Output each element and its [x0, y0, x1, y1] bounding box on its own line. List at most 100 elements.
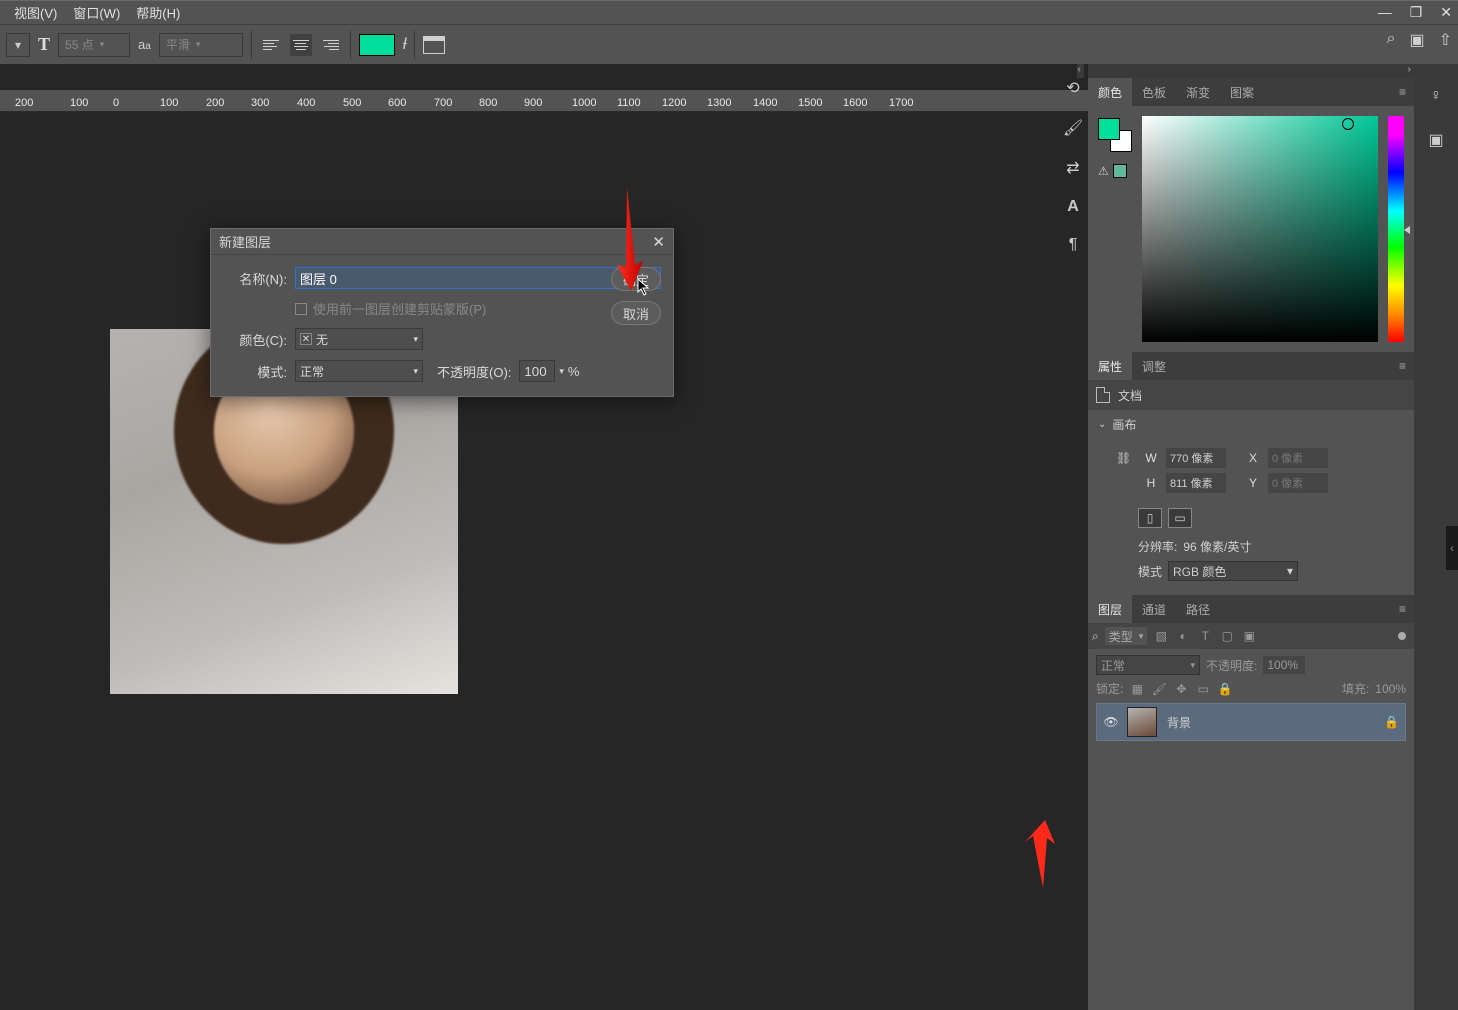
filter-shape-icon[interactable]: ▢	[1219, 629, 1235, 643]
options-right-icons: ⌕ ▣ ⇧	[1387, 30, 1453, 50]
lock-transparent-icon[interactable]: ▦	[1129, 682, 1145, 696]
orientation-portrait-button[interactable]: ▯	[1138, 508, 1162, 528]
filter-type-icon[interactable]: T	[1197, 629, 1213, 643]
ruler-tick: 200	[15, 97, 33, 109]
sv-picker[interactable]	[1142, 116, 1378, 342]
x-label: X	[1246, 451, 1260, 465]
character-icon[interactable]: A	[1067, 198, 1079, 216]
character-panel-icon[interactable]	[423, 36, 445, 54]
ok-button[interactable]: 确定	[611, 267, 661, 291]
color-mode-label: 模式	[1138, 563, 1162, 580]
adjust-icon[interactable]: ⇄	[1066, 158, 1079, 178]
layer-opacity-value[interactable]: 100%	[1263, 656, 1305, 674]
tab-color[interactable]: 颜色	[1088, 78, 1132, 107]
tab-gradient[interactable]: 渐变	[1176, 78, 1220, 107]
link-icon[interactable]: ⛓	[1116, 451, 1130, 465]
dock-collapse-left[interactable]: ‹‹	[1077, 64, 1084, 78]
collapse-tab[interactable]: ‹	[1446, 526, 1458, 570]
paragraph-icon[interactable]: ¶	[1069, 236, 1078, 254]
right-dock: ›› 颜色 色板 渐变 图案 ≡ ⚠ 属性 调整 ≡ 文档	[1088, 64, 1414, 1010]
layer-name[interactable]: 背景	[1167, 714, 1191, 731]
panel-menu-icon[interactable]: ≡	[1391, 602, 1414, 616]
opacity-input[interactable]	[519, 360, 555, 382]
layer-name-input[interactable]	[295, 267, 661, 289]
text-orientation-icon[interactable]: T	[38, 34, 50, 55]
menu-help[interactable]: 帮助(H)	[128, 0, 188, 25]
learn-icon[interactable]: ♀	[1424, 84, 1448, 108]
search-icon[interactable]: ⌕	[1387, 30, 1396, 50]
antialias-combo[interactable]: 平滑▾	[159, 33, 243, 57]
tab-properties[interactable]: 属性	[1088, 352, 1132, 381]
close-icon[interactable]: ✕	[652, 233, 665, 251]
document-label: 文档	[1118, 387, 1142, 404]
fg-color-swatch[interactable]	[1098, 118, 1120, 140]
layer-blend-select[interactable]: 正常▾	[1096, 655, 1200, 675]
screen-mode-icon[interactable]: ▣	[1409, 30, 1424, 50]
filter-adjust-icon[interactable]: ◐	[1175, 629, 1191, 643]
hue-slider[interactable]	[1388, 116, 1404, 342]
filter-search-icon[interactable]: ⌕	[1092, 629, 1099, 644]
layer-thumbnail[interactable]	[1127, 707, 1157, 737]
filter-toggle[interactable]	[1398, 632, 1406, 640]
tool-preset-dropdown[interactable]: ▾	[6, 33, 30, 57]
panel-menu-icon[interactable]: ≡	[1391, 359, 1414, 373]
filter-kind-select[interactable]: 类型▾	[1105, 627, 1148, 645]
tab-pattern[interactable]: 图案	[1220, 78, 1264, 107]
dock-collapse-right[interactable]: ››	[1088, 64, 1414, 78]
fg-bg-color[interactable]	[1098, 118, 1132, 152]
menu-view[interactable]: 视图(V)	[6, 0, 65, 25]
lock-icon[interactable]: 🔒	[1384, 715, 1399, 729]
color-mode-select[interactable]: RGB 颜色▾	[1168, 561, 1298, 581]
share-icon[interactable]: ⇧	[1439, 30, 1452, 50]
gamut-warning-icon[interactable]: ⚠	[1098, 164, 1109, 178]
align-right-button[interactable]	[320, 34, 342, 56]
ruler-tick: 100	[160, 97, 178, 109]
y-value[interactable]: 0 像素	[1268, 473, 1328, 493]
tab-adjustments[interactable]: 调整	[1132, 352, 1176, 381]
filter-smart-icon[interactable]: ▣	[1241, 629, 1257, 643]
visibility-icon[interactable]: 👁	[1103, 715, 1119, 729]
lock-paint-icon[interactable]: 🖌	[1151, 682, 1167, 696]
panel-menu-icon[interactable]: ≡	[1391, 85, 1414, 99]
close-window-icon[interactable]: ✕	[1440, 4, 1452, 21]
text-color-swatch[interactable]	[359, 34, 395, 56]
filter-pixel-icon[interactable]: ▧	[1153, 629, 1169, 643]
canvas-section-header[interactable]: ⌄ 画布	[1098, 416, 1404, 433]
maximize-icon[interactable]: ❐	[1410, 4, 1423, 21]
lock-artboard-icon[interactable]: ▭	[1195, 682, 1211, 696]
clip-mask-checkbox	[295, 303, 307, 315]
ruler-tick: 400	[297, 97, 315, 109]
mode-label: 模式:	[223, 362, 287, 381]
tab-layers[interactable]: 图层	[1088, 595, 1132, 624]
tab-paths[interactable]: 路径	[1176, 595, 1220, 624]
gamut-suggest-swatch[interactable]	[1113, 164, 1127, 178]
cancel-button[interactable]: 取消	[611, 301, 661, 325]
layer-row-background[interactable]: 👁 背景 🔒	[1096, 703, 1406, 741]
brush-icon[interactable]: 🖌	[1063, 118, 1083, 138]
minimize-icon[interactable]: —	[1378, 4, 1392, 21]
lock-position-icon[interactable]: ✥	[1173, 682, 1189, 696]
color-select[interactable]: ✕ 无▾	[295, 328, 423, 350]
tab-swatches[interactable]: 色板	[1132, 78, 1176, 107]
tab-channels[interactable]: 通道	[1132, 595, 1176, 624]
antialias-icon: aa	[138, 37, 151, 52]
dialog-titlebar[interactable]: 新建图层 ✕	[211, 229, 673, 255]
ruler-tick: 500	[343, 97, 361, 109]
library-icon[interactable]: ▣	[1424, 128, 1448, 152]
align-center-button[interactable]	[290, 34, 312, 56]
new-layer-dialog: 新建图层 ✕ 名称(N): 使用前一图层创建剪贴蒙版(P) 颜色(C): ✕ 无…	[210, 228, 674, 397]
height-value[interactable]: 811 像素	[1166, 473, 1226, 493]
history-icon[interactable]: ⟲	[1066, 78, 1079, 98]
font-size-combo[interactable]: 55 点▾	[58, 33, 130, 57]
lock-all-icon[interactable]: 🔒	[1217, 682, 1233, 696]
width-value[interactable]: 770 像素	[1166, 448, 1226, 468]
menu-window[interactable]: 窗口(W)	[65, 0, 128, 25]
warp-text-icon[interactable]: ƚ	[403, 36, 407, 54]
ruler-tick: 800	[479, 97, 497, 109]
x-value[interactable]: 0 像素	[1268, 448, 1328, 468]
opacity-stepper[interactable]: ▾	[555, 366, 568, 377]
align-left-button[interactable]	[260, 34, 282, 56]
orientation-landscape-button[interactable]: ▭	[1168, 508, 1192, 528]
blend-mode-select[interactable]: 正常▾	[295, 360, 423, 382]
fill-value[interactable]: 100%	[1375, 682, 1406, 696]
